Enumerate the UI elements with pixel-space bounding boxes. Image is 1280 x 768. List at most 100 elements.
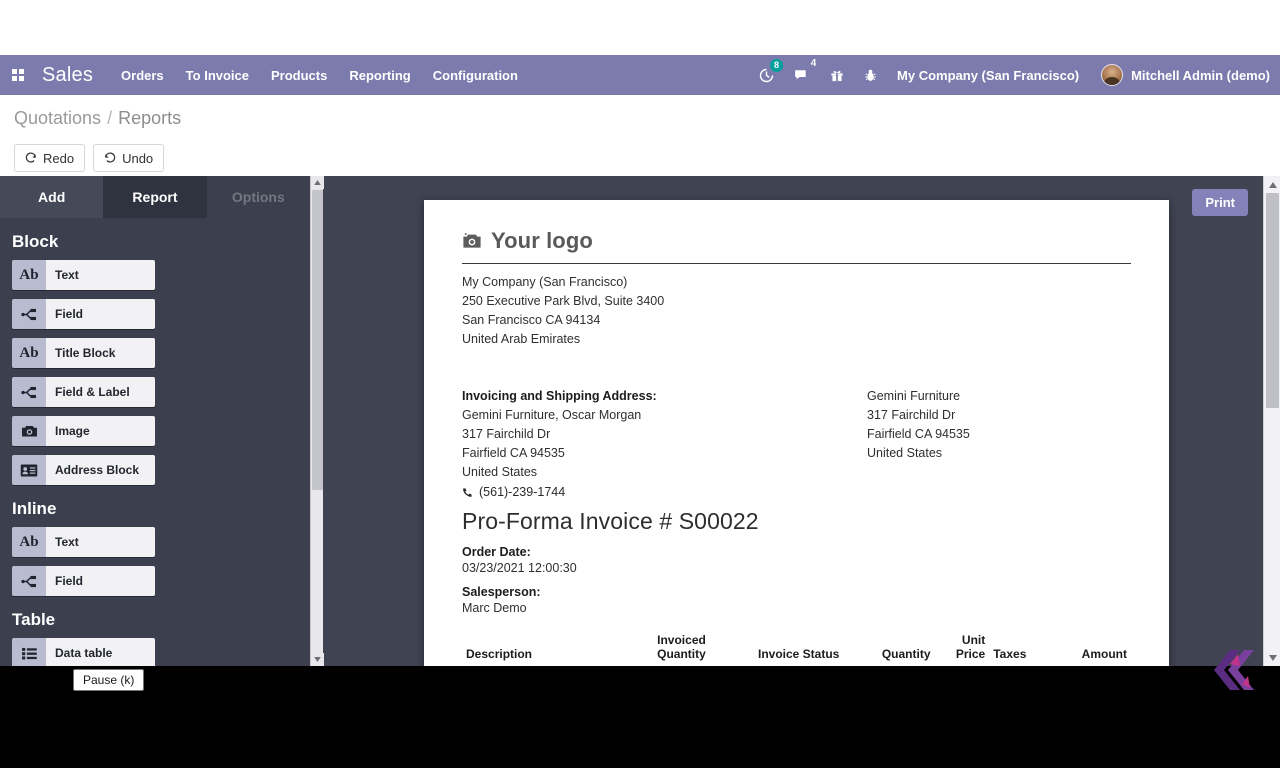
undo-icon	[104, 152, 116, 164]
block-item-field[interactable]: Field	[12, 299, 155, 329]
page-scroll-up-icon[interactable]	[1264, 176, 1280, 193]
editor-toolbar: Redo Undo	[0, 140, 1280, 176]
salesperson-label: Salesperson:	[462, 585, 1131, 599]
undo-label: Undo	[122, 151, 153, 166]
top-white-gap	[0, 0, 1280, 55]
field-node-icon	[12, 566, 46, 596]
block-item-label: Title Block	[46, 338, 155, 368]
phone-icon	[462, 487, 473, 498]
company-address-line: San Francisco CA 94134	[462, 311, 1131, 330]
company-address-line: My Company (San Francisco)	[462, 273, 1131, 292]
address-columns: Invoicing and Shipping Address: Gemini F…	[462, 387, 1131, 502]
navbar-right-section: 8 4	[759, 64, 1280, 86]
invoicing-address-block[interactable]: Invoicing and Shipping Address: Gemini F…	[462, 387, 867, 502]
app-brand-title[interactable]: Sales	[42, 64, 93, 87]
nav-item-products[interactable]: Products	[271, 68, 327, 83]
user-menu[interactable]: Mitchell Admin (demo)	[1101, 64, 1270, 86]
sidebar-scrollbar[interactable]	[310, 176, 323, 666]
tab-options[interactable]: Options	[207, 176, 310, 218]
video-player-bar[interactable]	[0, 666, 1280, 768]
scroll-down-icon[interactable]	[311, 653, 324, 666]
undo-button[interactable]: Undo	[93, 144, 164, 172]
block-item-label: Text	[46, 527, 155, 557]
text-ab-icon: Ab	[12, 260, 46, 290]
order-lines-table[interactable]: Description Invoiced Quantity Invoice St…	[462, 633, 1131, 666]
inline-item-field[interactable]: Field	[12, 566, 155, 596]
block-item-title-block[interactable]: Ab Title Block	[12, 338, 155, 368]
redo-button[interactable]: Redo	[14, 144, 85, 172]
page-scrollbar-thumb[interactable]	[1266, 193, 1279, 408]
block-item-field-and-label[interactable]: Field & Label	[12, 377, 155, 407]
section-title-block: Block	[0, 218, 310, 260]
table-header-row: Description Invoiced Quantity Invoice St…	[462, 633, 1131, 666]
block-item-label: Data table	[46, 638, 155, 666]
col-header-description: Description	[462, 633, 653, 666]
editor-body: Add Report Options Block Ab Text	[0, 176, 1280, 666]
block-item-label: Image	[46, 416, 155, 446]
tab-report[interactable]: Report	[103, 176, 206, 218]
activity-clock-icon[interactable]: 8	[759, 64, 774, 86]
section-title-inline: Inline	[0, 485, 310, 527]
messaging-chat-icon[interactable]: 4	[794, 64, 810, 86]
gift-box-icon[interactable]	[830, 64, 844, 86]
invoicing-address-line: 317 Fairchild Dr	[462, 425, 867, 444]
field-node-icon	[12, 299, 46, 329]
inline-item-text[interactable]: Ab Text	[12, 527, 155, 557]
activity-badge-count: 8	[770, 59, 783, 72]
table-item-data-table[interactable]: Data table	[12, 638, 155, 666]
messaging-badge-count: 4	[807, 58, 820, 71]
block-item-address-block[interactable]: Address Block	[12, 455, 155, 485]
page-scrollbar[interactable]	[1263, 176, 1280, 666]
print-button[interactable]: Print	[1192, 189, 1248, 216]
nav-item-orders[interactable]: Orders	[121, 68, 164, 83]
header-divider	[462, 263, 1131, 264]
nav-item-to-invoice[interactable]: To Invoice	[186, 68, 249, 83]
col-header-quantity: Quantity	[861, 633, 935, 666]
navbar-menu: Orders To Invoice Products Reporting Con…	[121, 68, 518, 83]
breadcrumb-separator: /	[107, 108, 112, 129]
report-document-page[interactable]: Your logo My Company (San Francisco) 250…	[424, 200, 1169, 666]
salesperson-value: Marc Demo	[462, 601, 1131, 615]
company-address-line: 250 Executive Park Blvd, Suite 3400	[462, 292, 1131, 311]
page-scroll-down-icon[interactable]	[1264, 649, 1280, 666]
brand-watermark-icon	[1208, 648, 1262, 692]
company-selector[interactable]: My Company (San Francisco)	[897, 68, 1079, 83]
apps-grid-icon[interactable]	[8, 64, 30, 86]
col-header-amount: Amount	[1042, 633, 1131, 666]
invoicing-address-label: Invoicing and Shipping Address:	[462, 387, 867, 406]
sidebar-scroll-area: Block Ab Text	[0, 218, 310, 666]
breadcrumb-item-quotations[interactable]: Quotations	[14, 108, 101, 129]
camera-icon	[462, 232, 482, 250]
tab-add[interactable]: Add	[0, 176, 103, 218]
sidebar-tabs: Add Report Options	[0, 176, 310, 218]
address-card-icon	[12, 455, 46, 485]
shipping-address-line: 317 Fairchild Dr	[867, 406, 1131, 425]
sidebar-scrollbar-thumb[interactable]	[312, 190, 323, 490]
invoicing-address-line: Gemini Furniture, Oscar Morgan	[462, 406, 867, 425]
shipping-address-block[interactable]: Gemini Furniture 317 Fairchild Dr Fairfi…	[867, 387, 1131, 502]
shipping-address-line: Fairfield CA 94535	[867, 425, 1131, 444]
logo-placeholder[interactable]: Your logo	[462, 222, 1131, 254]
phone-row: (561)-239-1744	[462, 483, 867, 502]
block-item-text[interactable]: Ab Text	[12, 260, 155, 290]
redo-label: Redo	[43, 151, 74, 166]
nav-item-configuration[interactable]: Configuration	[433, 68, 518, 83]
debug-bug-icon[interactable]	[864, 64, 877, 86]
report-canvas: Print Your logo My Company (San Franci	[324, 176, 1262, 666]
block-item-label: Field	[46, 566, 155, 596]
col-header-taxes: Taxes	[989, 633, 1042, 666]
text-ab-icon: Ab	[12, 527, 46, 557]
company-address-line: United Arab Emirates	[462, 330, 1131, 349]
screen-root: Sales Orders To Invoice Products Reporti…	[0, 0, 1280, 768]
phone-number: (561)-239-1744	[479, 483, 565, 502]
avatar	[1101, 64, 1123, 86]
nav-item-reporting[interactable]: Reporting	[349, 68, 410, 83]
text-ab-icon: Ab	[12, 338, 46, 368]
document-title[interactable]: Pro-Forma Invoice # S00022	[462, 508, 1131, 535]
list-table-icon	[12, 638, 46, 666]
app-navbar: Sales Orders To Invoice Products Reporti…	[0, 55, 1280, 95]
scroll-up-icon[interactable]	[311, 176, 324, 189]
block-item-label: Field & Label	[46, 377, 155, 407]
col-header-invoice-status: Invoice Status	[754, 633, 861, 666]
block-item-image[interactable]: Image	[12, 416, 155, 446]
